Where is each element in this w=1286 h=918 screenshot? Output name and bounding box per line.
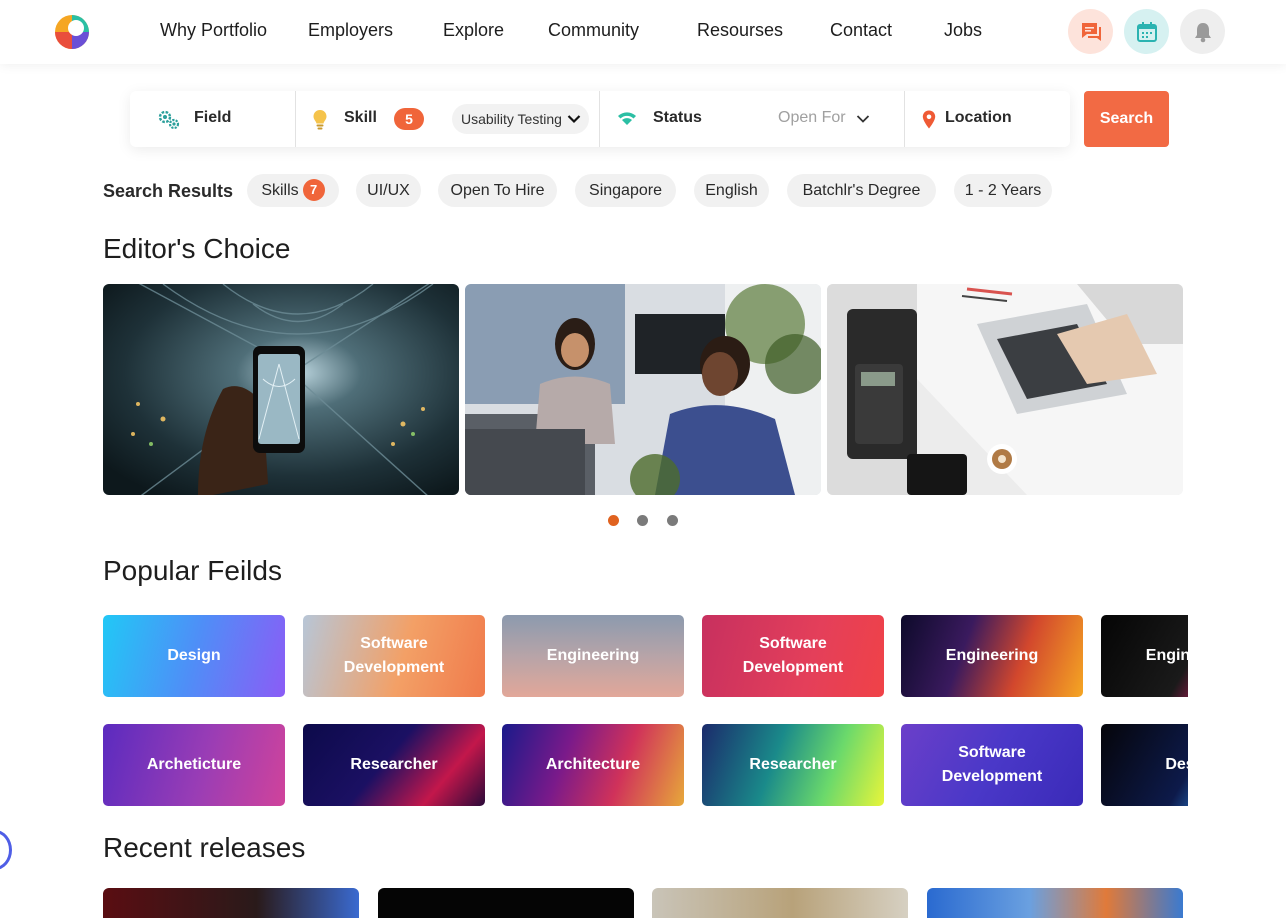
chip-label: Skills [261,182,299,199]
nav-why-portfolio[interactable]: Why Portfolio [160,20,267,41]
location-pin-icon [922,110,936,129]
filter-chip-experience[interactable]: 1 - 2 Years [954,174,1052,207]
field-card-software-development[interactable]: Software Development [303,615,485,697]
status-filter[interactable]: Status Open For Hire [600,91,904,147]
gears-icon [158,110,180,130]
location-filter[interactable]: Location [905,91,1070,147]
calendar-icon [1136,21,1157,42]
phone-in-tunnel-photo[interactable] [103,284,459,495]
nav-jobs[interactable]: Jobs [944,20,982,41]
search-bar: Field Skill 5 Usability Testing Status O… [130,91,1070,147]
search-results-label: Search Results [103,181,234,201]
popular-fields-grid: Design Software Development Engineering … [103,615,1188,806]
carousel-dot-active[interactable] [608,515,619,526]
carousel-dot[interactable] [637,515,648,526]
nav-contact[interactable]: Contact [830,20,892,41]
nav-employers[interactable]: Employers [308,20,393,41]
filter-chip-degree[interactable]: Batchlr's Degree [787,174,936,207]
field-card-engineering[interactable]: Engineering [1101,615,1188,697]
laptop-desk-photo[interactable] [827,284,1183,495]
field-card-design[interactable]: Design [1101,724,1188,806]
chip-count-badge: 7 [302,179,325,201]
filter-chip-english[interactable]: English [694,174,769,207]
top-navigation-bar: Why Portfolio Employers Explore Communit… [0,0,1286,64]
chevron-down-icon [567,115,581,124]
wifi-icon [618,112,636,125]
skill-dropdown-value: Usability Testing [461,111,562,127]
nav-resources[interactable]: Resourses [697,20,783,41]
calendar-button[interactable] [1124,9,1169,54]
field-card-software-development[interactable]: Software Development [702,615,884,697]
field-card-engineering[interactable]: Engineering [901,615,1083,697]
skill-filter[interactable]: Skill 5 Usability Testing [296,91,599,147]
release-thumbnail[interactable] [103,888,359,918]
filter-chip-ui-ux[interactable]: UI/UX [356,174,421,207]
field-card-architecture[interactable]: Architecture [502,724,684,806]
release-thumbnail[interactable] [927,888,1183,918]
field-card-researcher[interactable]: Researcher [702,724,884,806]
chat-icon [1081,22,1101,41]
messages-button[interactable] [1068,9,1113,54]
office-coworkers-photo[interactable] [465,284,821,495]
recent-releases-title: Recent releases [103,832,306,863]
notifications-button[interactable] [1180,9,1225,54]
floating-help-widget[interactable] [0,830,12,870]
filter-chip-skills[interactable]: Skills 7 [247,174,339,207]
field-card-researcher[interactable]: Researcher [303,724,485,806]
field-card-engineering[interactable]: Engineering [502,615,684,697]
skill-count-badge: 5 [394,108,424,130]
lightbulb-icon [313,110,327,130]
status-dropdown-value[interactable]: Open For Hire [778,109,846,127]
field-filter[interactable]: Field [130,91,295,147]
nav-community[interactable]: Community [548,20,639,41]
chevron-down-icon [856,115,870,123]
field-card-design[interactable]: Design [103,615,285,697]
location-label: Location [945,109,1012,126]
carousel-dot[interactable] [667,515,678,526]
skill-label: Skill [344,109,377,126]
field-label: Field [194,109,232,126]
release-thumbnail[interactable] [652,888,908,918]
search-button[interactable]: Search [1084,91,1169,147]
bell-icon [1194,22,1211,42]
filter-chip-open-to-hire[interactable]: Open To Hire [438,174,557,207]
editors-choice-title: Editor's Choice [103,233,291,264]
release-thumbnail[interactable] [378,888,634,918]
popular-fields-title: Popular Feilds [103,555,282,586]
status-label: Status [653,109,702,126]
field-card-architecture[interactable]: Archeticture [103,724,285,806]
nav-explore[interactable]: Explore [443,20,504,41]
portfolio-logo[interactable] [54,14,90,50]
field-card-software-development[interactable]: Software Development [901,724,1083,806]
filter-chip-singapore[interactable]: Singapore [575,174,676,207]
